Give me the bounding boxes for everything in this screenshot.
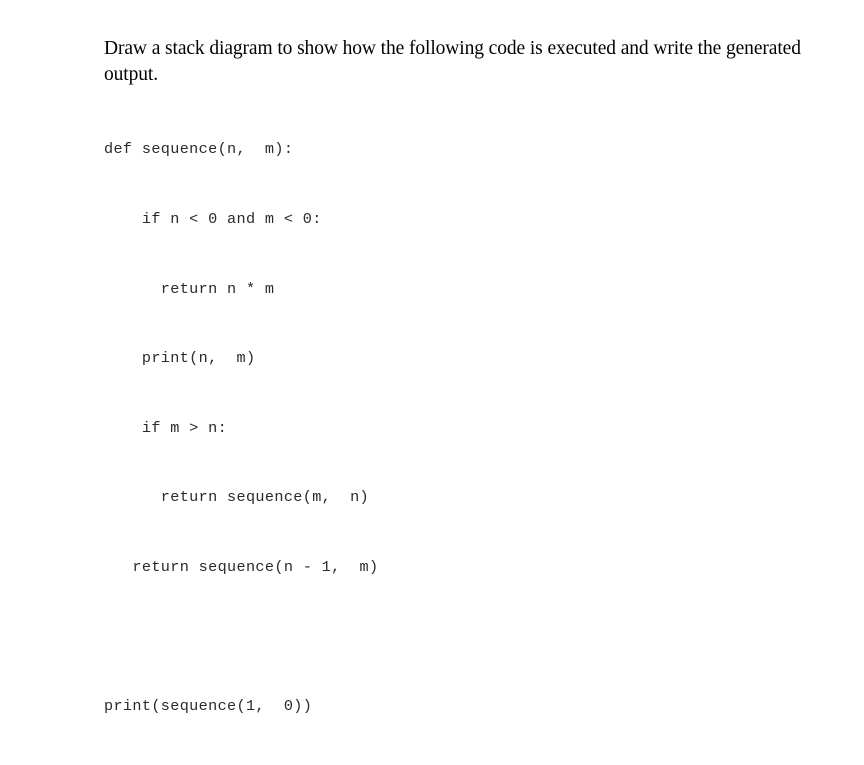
code-line: def sequence(n, m):: [104, 140, 294, 159]
question-prompt: Draw a stack diagram to show how the fol…: [104, 37, 801, 85]
code-line: print(n, m): [104, 349, 256, 368]
code-line: if m > n:: [104, 418, 228, 437]
code-line: return n * m: [104, 279, 275, 298]
code-line: return sequence(n - 1, m): [104, 558, 379, 577]
document-page: Draw a stack diagram to show how the fol…: [0, 0, 864, 715]
python-code-listing: def sequence(n, m): if n < 0 and m < 0: …: [104, 92, 378, 765]
code-line: print(sequence(1, 0)): [104, 697, 313, 716]
code-line: if n < 0 and m < 0:: [104, 210, 322, 229]
code-line: return sequence(m, n): [104, 488, 369, 507]
